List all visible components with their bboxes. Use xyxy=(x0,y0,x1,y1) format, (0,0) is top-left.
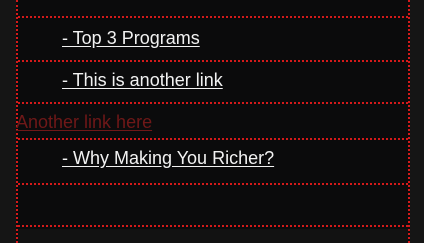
menu-row-empty xyxy=(18,185,408,227)
link-menu-panel: - Top 3 Programs - This is another link … xyxy=(16,0,410,243)
top-3-programs-link[interactable]: - Top 3 Programs xyxy=(62,28,200,49)
menu-row-why-making-you-richer: - Why Making You Richer? xyxy=(18,140,408,185)
menu-row-another-link: - This is another link xyxy=(18,62,408,104)
another-link[interactable]: - This is another link xyxy=(62,70,223,91)
another-link-here-link[interactable]: Another link here xyxy=(16,112,152,133)
bottom-spacer xyxy=(18,229,408,243)
menu-row-top-spacer xyxy=(18,0,408,18)
menu-row-top-3-programs: - Top 3 Programs xyxy=(18,18,408,62)
why-making-you-richer-link[interactable]: - Why Making You Richer? xyxy=(62,148,274,169)
menu-row-another-link-here: Another link here xyxy=(16,104,408,140)
